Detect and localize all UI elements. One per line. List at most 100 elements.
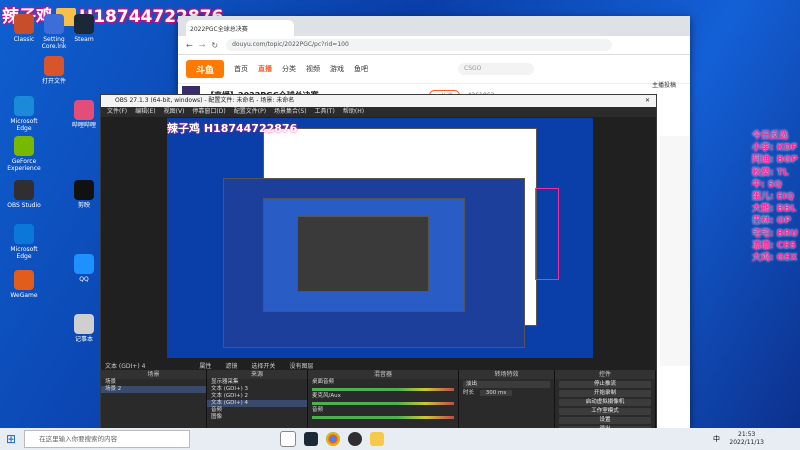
audio-meter[interactable] (312, 402, 454, 405)
steam-taskbar-icon[interactable] (304, 432, 319, 446)
sources-list: 显示器采集 文本 (GDI+) 3 文本 (GDI+) 2 文本 (GDI+) 4 音频… (207, 379, 307, 421)
tab-title: 2022PGC全球总决赛 (190, 25, 248, 33)
sources-header: 来源 (207, 370, 307, 379)
chrome-taskbar-icon[interactable] (326, 432, 341, 446)
pick-list-overlay: 今日反选 小李: KDF 阿迪: BGP 秋葵: TL 牛: SQ 蛋儿: EIQ 大熊: … (752, 130, 798, 264)
pick-list-item: 宅宅: BRU (752, 228, 798, 239)
desktop-icon[interactable]: Microsoft Edge (2, 96, 46, 132)
obs-titlebar: OBS 27.1.3 (64-bit, windows) - 配置文件: 未命名… (101, 95, 656, 107)
mixer-header: 混音器 (308, 370, 458, 379)
control-button[interactable]: 停止推流 (559, 381, 651, 388)
nav-home[interactable]: 首页 (234, 64, 248, 74)
desktop-icon[interactable]: GeForce Experience (2, 136, 46, 172)
obs-menu-item[interactable]: 工具(T) (315, 107, 335, 117)
url-input[interactable]: douyu.com/topic/2022PGC/pc?rid=100 (226, 39, 613, 51)
app-icon (14, 96, 34, 116)
scenes-header: 场景 (101, 370, 206, 379)
pick-list-item: 蛋儿: EIQ (752, 192, 794, 203)
preview-overlay-name: 辣子鸡 H18744722876 (167, 122, 298, 135)
nav-fishbar[interactable]: 鱼吧 (354, 64, 368, 74)
desktop-icon[interactable]: 打开文件 (32, 56, 76, 85)
no-layer-button[interactable]: 没有图层 (289, 361, 313, 370)
desktop-icon-label: OBS Studio (7, 202, 41, 209)
obs-menu-item[interactable]: 配置文件(P) (234, 107, 266, 117)
audio-meter[interactable] (312, 416, 454, 419)
app-icon (74, 100, 94, 120)
control-button[interactable]: 工作室模式 (559, 408, 651, 415)
desktop-icon-label: Microsoft Edge (10, 118, 38, 132)
obs-menu-item[interactable]: 文件(F) (107, 107, 127, 117)
source-item[interactable]: 文本 (GDI+) 4 (207, 400, 307, 407)
app-icon (14, 14, 34, 34)
desktop-icon-label: GeForce Experience (7, 158, 41, 172)
nav-video[interactable]: 视频 (306, 64, 320, 74)
system-clock[interactable]: 21:53 2022/11/13 (729, 431, 764, 447)
app-icon (14, 136, 34, 156)
close-icon[interactable]: ✕ (645, 95, 650, 107)
filters-button[interactable]: 滤镜 (225, 361, 237, 370)
obs-menu-item[interactable]: 帮助(H) (343, 107, 364, 117)
obs-menubar: 文件(F) 编辑(E) 视图(V) 停靠窗口(D) 配置文件(P) 场景集合(S) 工具(T… (101, 107, 656, 117)
control-button[interactable]: 设置 (559, 417, 651, 424)
app-icon (14, 224, 34, 244)
transition-select[interactable]: 淡出 (463, 381, 550, 388)
properties-button[interactable]: 属性 (199, 361, 211, 370)
back-icon[interactable]: ← (186, 41, 193, 50)
app-icon (74, 14, 94, 34)
side-panel (660, 136, 690, 366)
taskbar-search[interactable]: 在这里输入你要搜索的内容 (24, 430, 191, 448)
site-header: 斗鱼 首页 直播 分类 视频 游戏 鱼吧 CSGO (178, 55, 690, 84)
nav-live[interactable]: 直播 (258, 64, 272, 74)
explorer-taskbar-icon[interactable] (370, 432, 385, 446)
control-button[interactable]: 开始录制 (559, 390, 651, 397)
obs-menu-item[interactable]: 停靠窗口(D) (192, 107, 225, 117)
address-bar-row: ← → ↻ douyu.com/topic/2022PGC/pc?rid=100 (178, 36, 690, 55)
nav-category[interactable]: 分类 (282, 64, 296, 74)
desktop-icon[interactable]: WeGame (2, 270, 46, 299)
pick-list-item: 巴林: OP (752, 216, 791, 227)
nav-game[interactable]: 游戏 (330, 64, 344, 74)
obs-window[interactable]: OBS 27.1.3 (64-bit, windows) - 配置文件: 未命名… (100, 94, 657, 440)
source-item[interactable]: 音频 (207, 407, 307, 414)
duration-input[interactable]: 300 ms (479, 390, 513, 396)
obs-title: OBS 27.1.3 (64-bit, windows) - 配置文件: 未命名… (115, 97, 295, 104)
side-panel-label: 主播投稿 (651, 82, 676, 89)
ime-indicator[interactable]: 中 (713, 434, 720, 444)
app-icon (74, 314, 94, 334)
scene-item[interactable]: 场景 (101, 379, 206, 386)
douyu-logo: 斗鱼 (186, 60, 224, 78)
obs-preview[interactable]: 辣子鸡 H18744722876 (167, 118, 593, 358)
forward-icon[interactable]: → (199, 41, 206, 50)
app-icon (14, 180, 34, 200)
audio-meter[interactable] (312, 388, 454, 391)
scene-item[interactable]: 场景 2 (101, 386, 206, 393)
obs-menu-item[interactable]: 编辑(E) (135, 107, 155, 117)
reload-icon[interactable]: ↻ (211, 41, 218, 50)
app-icon (44, 56, 64, 76)
source-item[interactable]: 文本 (GDI+) 2 (207, 393, 307, 400)
obs-menu-item[interactable]: 视图(V) (164, 107, 185, 117)
transitions-header: 转场特效 (459, 370, 554, 379)
source-item[interactable]: 文本 (GDI+) 3 (207, 386, 307, 393)
desktop-icon[interactable]: OBS Studio (2, 180, 46, 209)
browser-tab[interactable]: 2022PGC全球总决赛 (186, 20, 294, 36)
desktop-icon[interactable]: Microsoft Edge (2, 224, 46, 260)
obs-menu-item[interactable]: 场景集合(S) (274, 107, 307, 117)
mixer-channel-label: 麦克风/Aux (312, 393, 341, 399)
preview-side-list (535, 188, 559, 280)
desktop-icon[interactable]: Steam (62, 14, 106, 43)
app-icon (44, 14, 64, 34)
windows-start-icon[interactable]: ⊞ (6, 432, 16, 446)
obs-taskbar-icon[interactable] (348, 432, 363, 446)
source-item[interactable]: 显示器采集 (207, 379, 307, 386)
app-icon (74, 254, 94, 274)
site-search[interactable]: CSGO (458, 63, 534, 75)
taskbar: ⊞ 在这里输入你要搜索的内容 中 21:53 2022/11/13 (0, 428, 800, 450)
selected-source: 文本 (GDI+) 4 (105, 363, 146, 370)
controls-header: 控件 (555, 370, 655, 379)
clock-time: 21:53 (738, 431, 756, 438)
select-toggle-button[interactable]: 选择开关 (251, 361, 275, 370)
task-view-icon[interactable] (280, 431, 297, 447)
control-button[interactable]: 启动虚拟摄像机 (559, 399, 651, 406)
source-item[interactable]: 图像 (207, 414, 307, 421)
